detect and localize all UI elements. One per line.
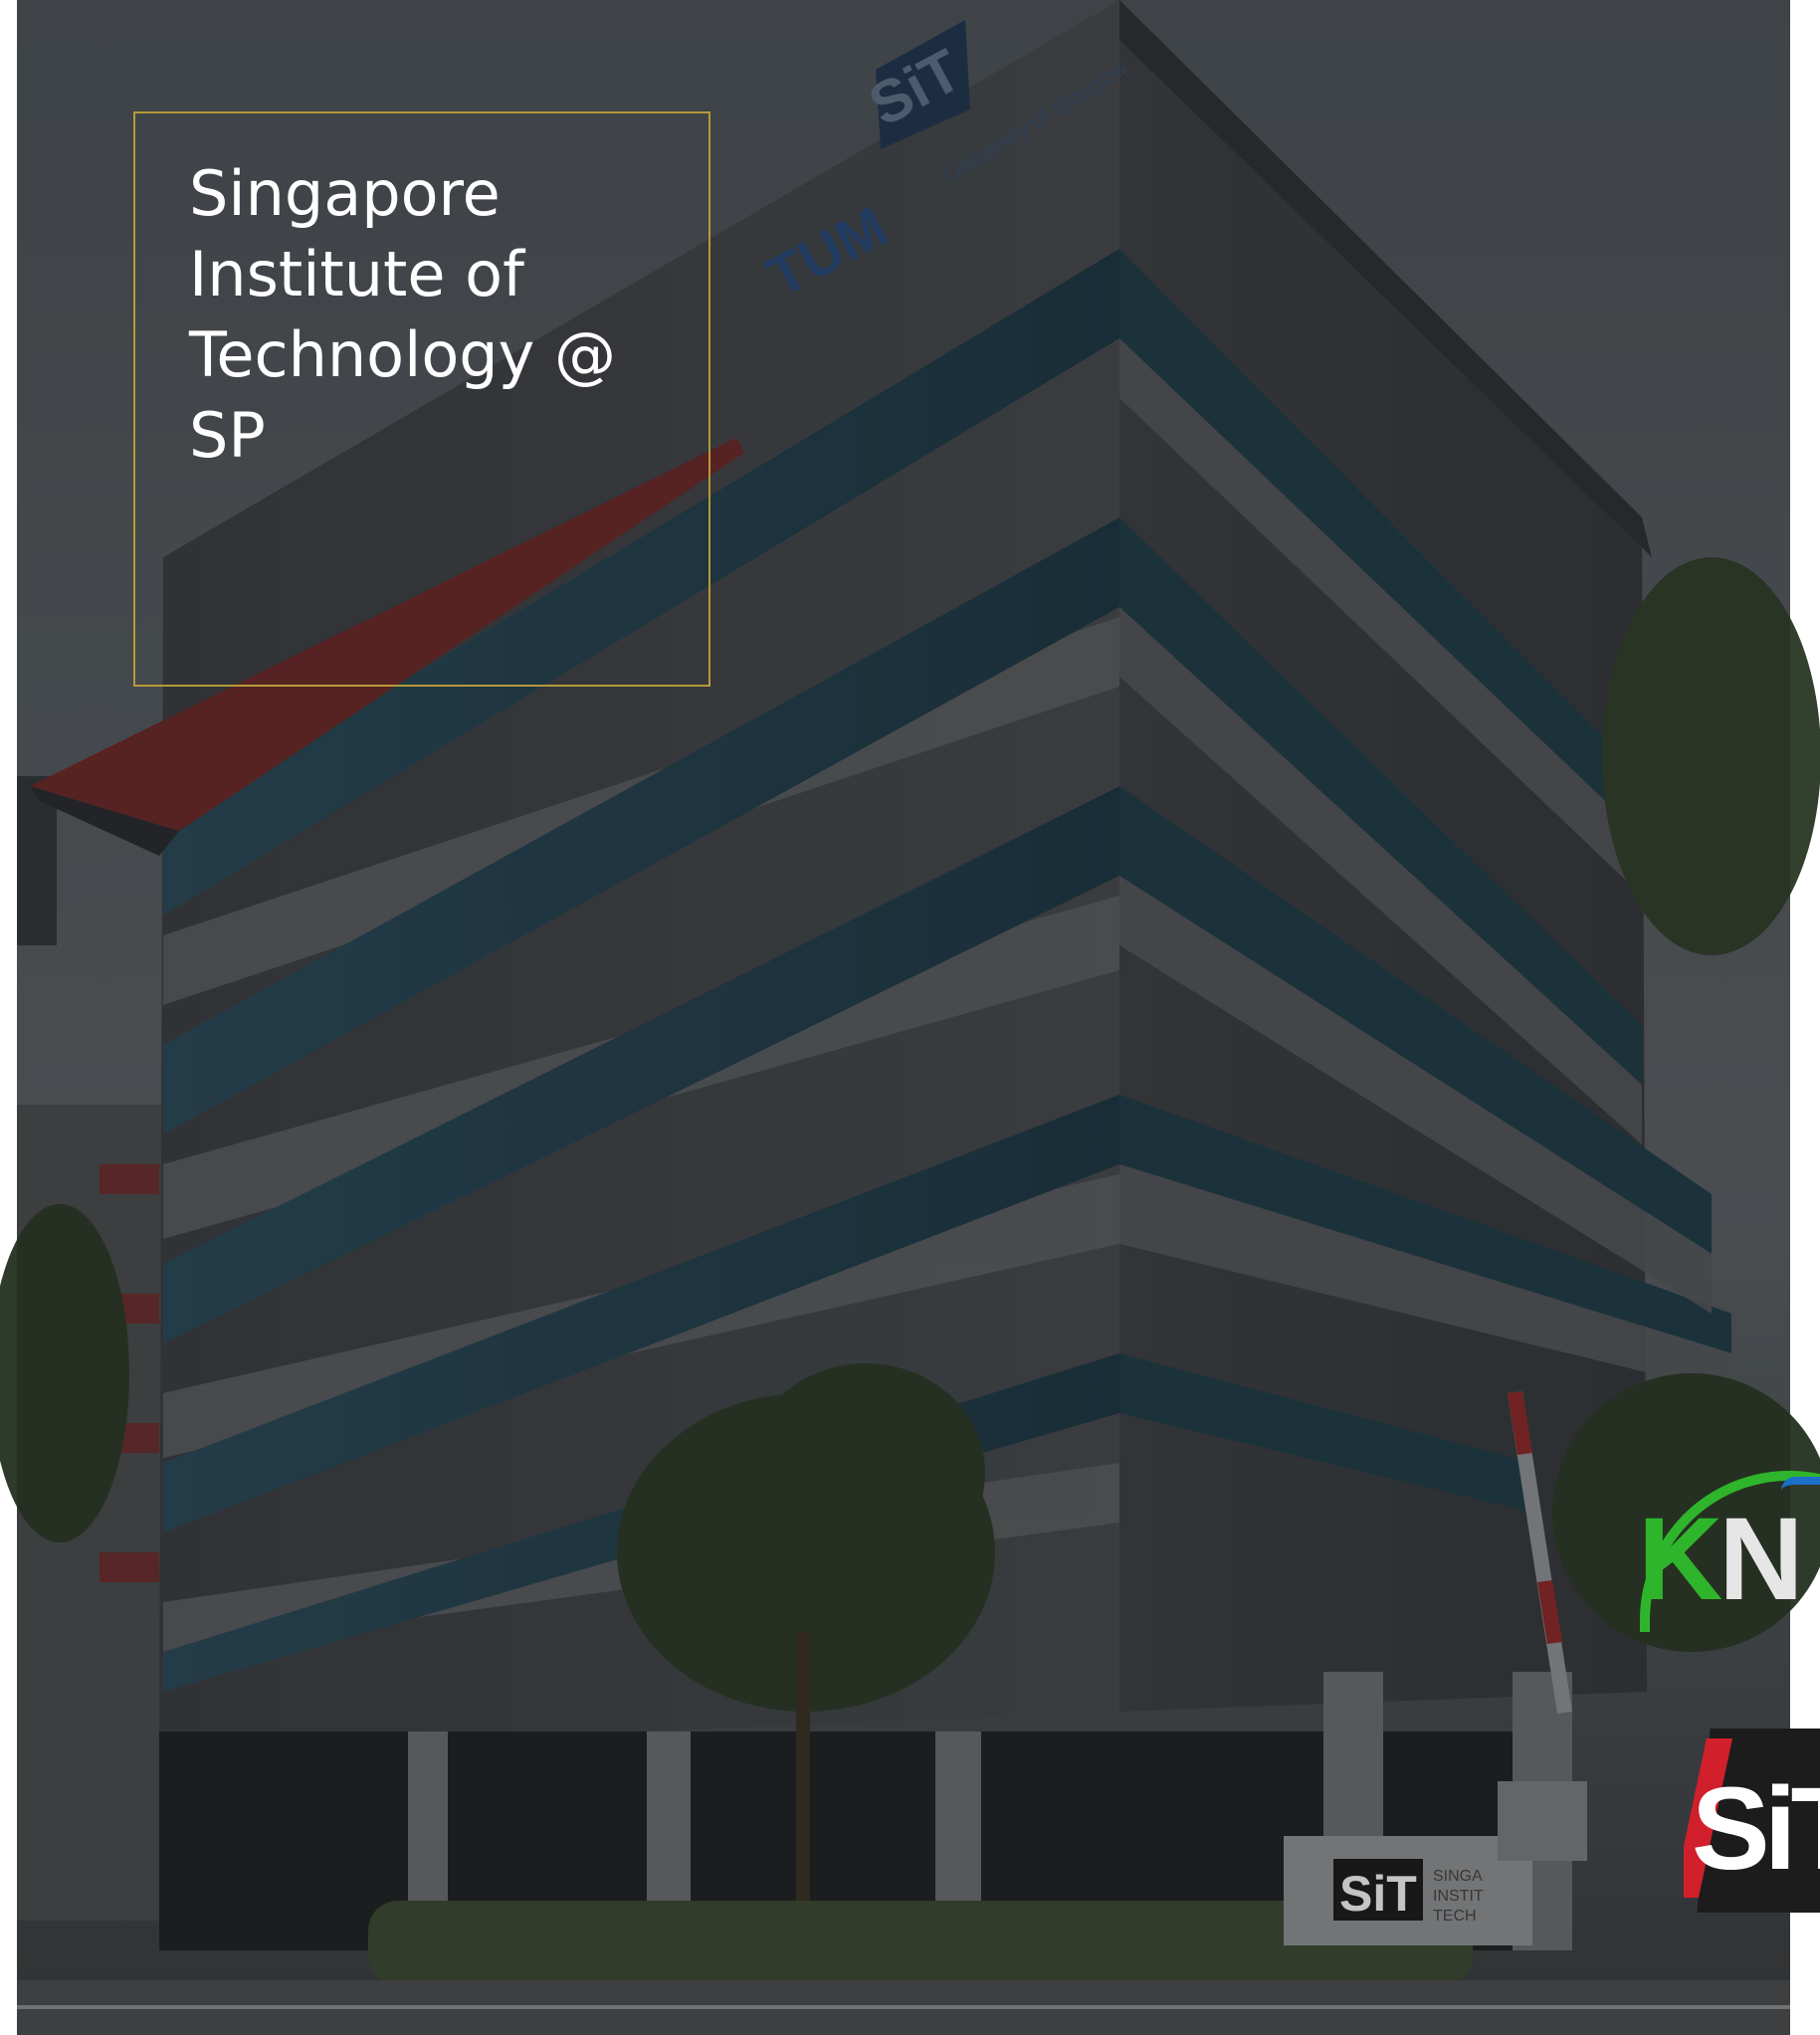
kn-logo: KN — [1632, 1463, 1820, 1632]
kn-logo-letter-k: K — [1638, 1494, 1722, 1625]
kn-logo-letter-n: N — [1719, 1494, 1803, 1625]
sit-logo-text: SiT — [1692, 1763, 1820, 1895]
kn-logo-arc-blue — [1781, 1477, 1820, 1491]
caption-frame: Singapore Institute of Technology @ SP — [133, 111, 710, 687]
slide: SiT TUM University of Glasgow SiT SINGA … — [0, 0, 1820, 2035]
sit-logo: SiT — [1684, 1729, 1820, 1913]
kn-logo-text: KN — [1638, 1501, 1803, 1618]
slide-title: Singapore Institute of Technology @ SP — [189, 157, 617, 472]
